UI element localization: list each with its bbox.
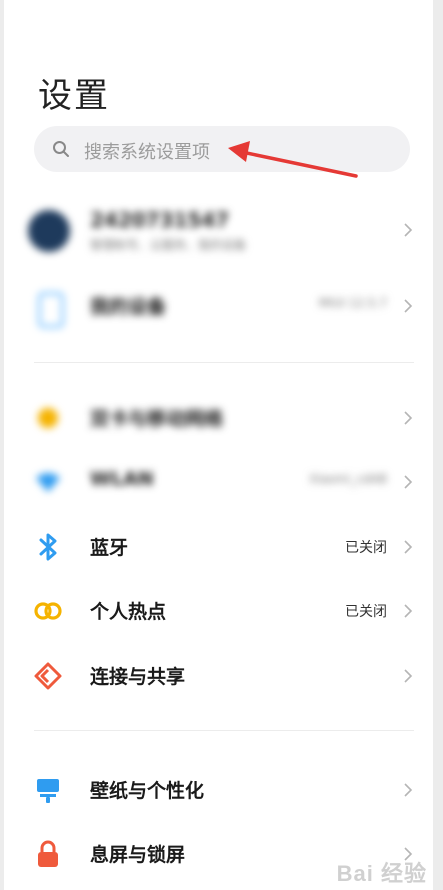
phone-icon: [38, 292, 64, 328]
chevron-right-icon: [404, 783, 413, 797]
avatar: [28, 210, 70, 252]
wlan-network-name: Xiaomi_cdAB: [309, 472, 387, 486]
settings-screen: 设置 搜索系统设置项 2420731547 管理帐号、云服务、我的设备 我的设备…: [4, 0, 433, 890]
settings-item-label: 息屏与锁屏: [90, 844, 186, 866]
settings-item-label: WLAN: [90, 468, 154, 490]
chevron-right-icon: [404, 299, 413, 313]
settings-item-label: 蓝牙: [90, 537, 129, 559]
wifi-icon: [36, 473, 60, 492]
watermark: Bai 经验: [336, 861, 427, 886]
settings-item-wallpaper[interactable]: 壁纸与个性化: [4, 760, 433, 820]
connection-share-icon: [34, 662, 62, 690]
settings-item-label: 个人热点: [90, 601, 167, 623]
search-bar[interactable]: 搜索系统设置项: [34, 126, 410, 172]
settings-item-wlan[interactable]: WLAN Xiaomi_cdAB: [4, 452, 433, 512]
settings-item-label: 连接与共享: [90, 666, 186, 688]
hotspot-status: 已关闭: [345, 604, 387, 620]
settings-item-connection-share[interactable]: 连接与共享: [4, 646, 433, 706]
search-placeholder: 搜索系统设置项: [84, 142, 210, 163]
device-version: MIUI 12.5.7: [318, 296, 387, 310]
settings-item-hotspot[interactable]: 个人热点 已关闭: [4, 581, 433, 641]
chevron-right-icon: [404, 475, 413, 489]
lock-icon: [38, 840, 58, 867]
section-divider: [34, 730, 414, 731]
bluetooth-icon: [39, 533, 57, 561]
chevron-right-icon: [404, 604, 413, 618]
account-name: 2420731547: [90, 208, 230, 232]
chevron-right-icon: [404, 540, 413, 554]
chevron-right-icon: [404, 223, 413, 237]
chevron-right-icon: [404, 411, 413, 425]
account-subtitle: 管理帐号、云服务、我的设备: [90, 238, 247, 252]
settings-item-label: 双卡与移动网络: [90, 408, 224, 430]
settings-item-label: 壁纸与个性化: [90, 780, 205, 802]
hotspot-icon: [34, 602, 62, 620]
bluetooth-status: 已关闭: [345, 540, 387, 556]
page-title: 设置: [38, 76, 110, 116]
section-divider: [34, 362, 414, 363]
wallpaper-icon: [37, 779, 59, 803]
device-row[interactable]: 我的设备 MIUI 12.5.7: [4, 276, 433, 336]
device-label: 我的设备: [90, 296, 167, 318]
account-row[interactable]: 2420731547 管理帐号、云服务、我的设备: [4, 200, 433, 260]
settings-item-bluetooth[interactable]: 蓝牙 已关闭: [4, 517, 433, 577]
sim-card-icon: [38, 408, 58, 428]
settings-item-dual-sim[interactable]: 双卡与移动网络: [4, 388, 433, 448]
chevron-right-icon: [404, 669, 413, 683]
search-icon: [53, 141, 69, 157]
